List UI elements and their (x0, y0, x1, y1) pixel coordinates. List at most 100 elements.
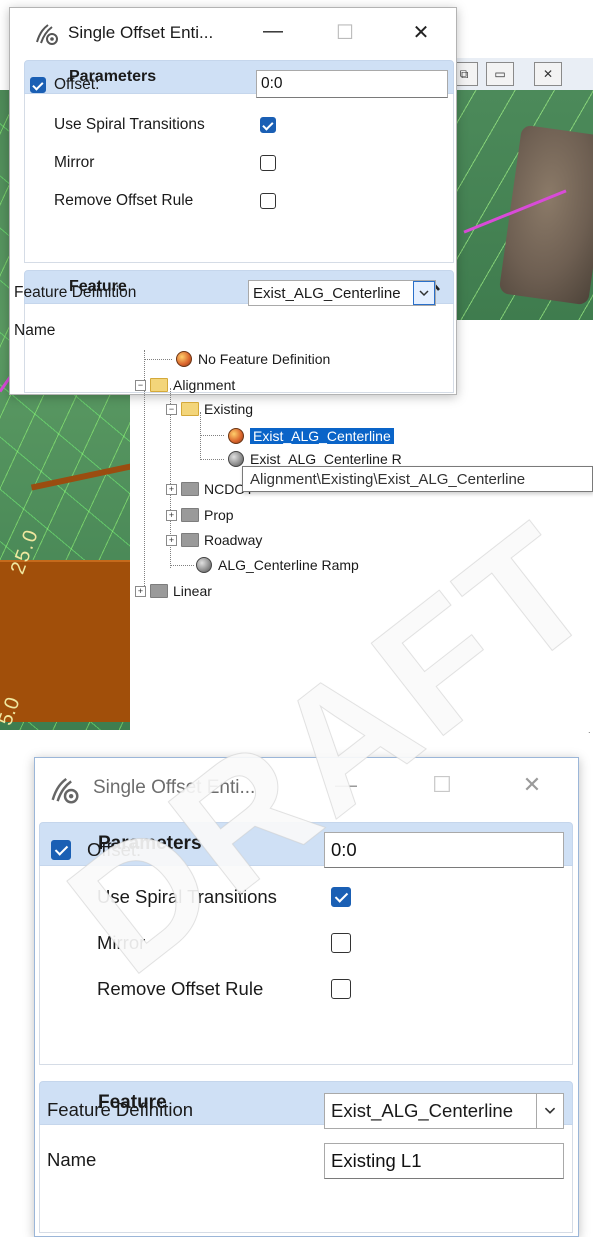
mirror-checkbox[interactable] (331, 933, 351, 953)
feature-definition-row: Feature Definition Exist_ALG_Centerline (14, 278, 444, 308)
offset-input[interactable]: 0:0 (324, 832, 564, 868)
tree-item-label-selected: Exist_ALG_Centerline (250, 428, 394, 444)
feature-definition-label: Feature Definition (47, 1099, 194, 1120)
tree-item-label: ALG_Centerline Ramp (218, 557, 359, 573)
name-label: Name (47, 1149, 97, 1170)
offset-row: Offset: 0:0 (39, 832, 569, 868)
tree-item-alg-centerline-ramp[interactable]: ALG_Centerline Ramp (196, 556, 359, 574)
parameters-section: Parameters Offset: 0:0 Use Spiral Transi… (39, 822, 573, 1065)
name-input[interactable]: Existing L1 (324, 1143, 564, 1179)
collapse-icon[interactable]: − (135, 379, 146, 391)
folder-icon (181, 508, 199, 522)
background-minimize-button[interactable]: ▭ (486, 62, 514, 86)
offset-label: Offset: (54, 76, 100, 93)
feature-section: Feature Feature Definition Exist_ALG_Cen… (39, 1081, 573, 1233)
maximize-button[interactable]: ☐ (330, 20, 360, 45)
dialog-titlebar[interactable]: Single Offset Enti... — ☐ ✕ (10, 8, 456, 58)
spiral-row: Use Spiral Transitions (39, 879, 569, 915)
dialog-title: Single Offset Enti... (68, 23, 214, 42)
tree-item-alignment[interactable]: − Alignment (135, 376, 235, 394)
spiral-transitions-label: Use Spiral Transitions (97, 886, 277, 907)
feature-definition-label: Feature Definition (14, 284, 137, 301)
tree-item-linear[interactable]: + Linear (135, 582, 212, 600)
maximize-button[interactable]: ☐ (425, 772, 459, 798)
chevron-down-icon[interactable] (536, 1094, 563, 1128)
resize-grip-icon[interactable]: ⋰ (581, 731, 591, 735)
mirror-label: Mirror (54, 154, 95, 171)
remove-offset-rule-label: Remove Offset Rule (54, 192, 194, 209)
tree-item-label: Linear (173, 583, 212, 599)
parameters-section: Parameters Offset: 0:0 Use Spiral Transi… (24, 60, 454, 263)
tree-item-label: Prop (204, 507, 234, 523)
remove-offset-rule-row: Remove Offset Rule (39, 971, 569, 1007)
tree-item-ncdot[interactable]: + NCDOT (166, 480, 254, 498)
background-close-button[interactable]: ✕ (534, 62, 562, 86)
single-offset-dialog: Single Offset Enti... — ☐ ✕ Parameters O… (9, 7, 457, 395)
mirror-row: Mirror (24, 148, 444, 178)
feature-definition-dropdown[interactable]: Exist_ALG_Centerline (248, 280, 436, 306)
offset-checkbox[interactable] (30, 77, 46, 93)
feature-body: Feature Definition Exist_ALG_Centerline … (14, 280, 454, 393)
feature-definition-icon (176, 351, 192, 367)
model-element (0, 560, 130, 722)
feature-definition-value: Exist_ALG_Centerline (331, 1100, 514, 1121)
single-offset-dialog-2: Single Offset Enti... — ☐ ✕ Parameters O… (34, 757, 579, 1237)
parameters-body: Offset: 0:0 Use Spiral Transitions Mirro… (39, 832, 573, 1065)
tree-item-existing[interactable]: − Existing (166, 400, 253, 418)
tree-item-label: No Feature Definition (198, 351, 331, 367)
mirror-checkbox[interactable] (260, 155, 276, 171)
feature-definition-icon (228, 451, 244, 467)
offset-row: Offset: 0:0 (24, 70, 448, 100)
collapse-icon[interactable]: − (166, 403, 177, 415)
offset-input[interactable]: 0:0 (256, 70, 448, 98)
close-button[interactable]: ✕ (515, 772, 549, 798)
feature-body: Feature Definition Exist_ALG_Centerline … (39, 1093, 573, 1233)
feature-definition-value: Exist_ALG_Centerline (253, 284, 401, 302)
tree-path-tooltip: Alignment\Existing\Exist_ALG_Centerline (242, 466, 593, 492)
single-offset-tool-icon (34, 22, 60, 51)
tree-item-label: Exist_ALG_Centerline R (250, 451, 402, 467)
folder-open-icon (150, 378, 168, 392)
expand-icon[interactable]: + (135, 585, 146, 597)
parameters-body: Offset: 0:0 Use Spiral Transitions Mirro… (24, 70, 454, 263)
folder-icon (181, 533, 199, 547)
minimize-button[interactable]: — (258, 20, 288, 43)
spiral-transitions-checkbox[interactable] (260, 117, 276, 133)
tree-item-prop[interactable]: + Prop (166, 506, 234, 524)
minimize-button[interactable]: — (329, 772, 363, 798)
name-label: Name (14, 322, 56, 339)
close-button[interactable]: ✕ (406, 20, 436, 45)
expand-icon[interactable]: + (166, 509, 177, 521)
remove-offset-rule-checkbox[interactable] (331, 979, 351, 999)
single-offset-tool-icon (49, 775, 81, 810)
name-row: Name Existing L1 (39, 1143, 569, 1179)
spiral-transitions-checkbox[interactable] (331, 887, 351, 907)
feature-definition-row: Feature Definition Exist_ALG_Centerline (39, 1093, 569, 1129)
top-screenshot: ⧉ ▭ ✕ 25.0 5.0 Single Offset Enti... — ☐… (0, 0, 593, 735)
folder-icon (150, 584, 168, 598)
tree-item-label: Roadway (204, 532, 263, 548)
spiral-transitions-label: Use Spiral Transitions (54, 116, 205, 133)
tree-item-no-feature-definition[interactable]: No Feature Definition (176, 350, 330, 368)
remove-offset-rule-checkbox[interactable] (260, 193, 276, 209)
tree-item-roadway[interactable]: + Roadway (166, 531, 262, 549)
name-row: Name (14, 316, 444, 346)
offset-label: Offset: (87, 839, 142, 860)
spiral-row: Use Spiral Transitions (24, 110, 444, 140)
expand-icon[interactable]: + (166, 483, 177, 495)
tree-item-label: Alignment (173, 377, 236, 393)
remove-offset-rule-label: Remove Offset Rule (97, 978, 264, 999)
feature-definition-icon (228, 428, 244, 444)
mirror-label: Mirror (97, 932, 146, 953)
offset-checkbox[interactable] (51, 840, 71, 860)
tree-item-exist-alg-centerline[interactable]: Exist_ALG_Centerline (228, 427, 394, 445)
folder-open-icon (181, 402, 199, 416)
expand-icon[interactable]: + (166, 534, 177, 546)
tree-item-label: Existing (204, 401, 254, 417)
feature-section: Feature Feature Definition Exist_ALG_Cen… (14, 270, 454, 393)
feature-definition-dropdown[interactable]: Exist_ALG_Centerline (324, 1093, 564, 1129)
feature-definition-icon (196, 557, 212, 573)
remove-offset-rule-row: Remove Offset Rule (24, 186, 444, 216)
dialog-titlebar[interactable]: Single Offset Enti... — ☐ ✕ (35, 758, 578, 818)
chevron-down-icon[interactable] (413, 281, 435, 305)
